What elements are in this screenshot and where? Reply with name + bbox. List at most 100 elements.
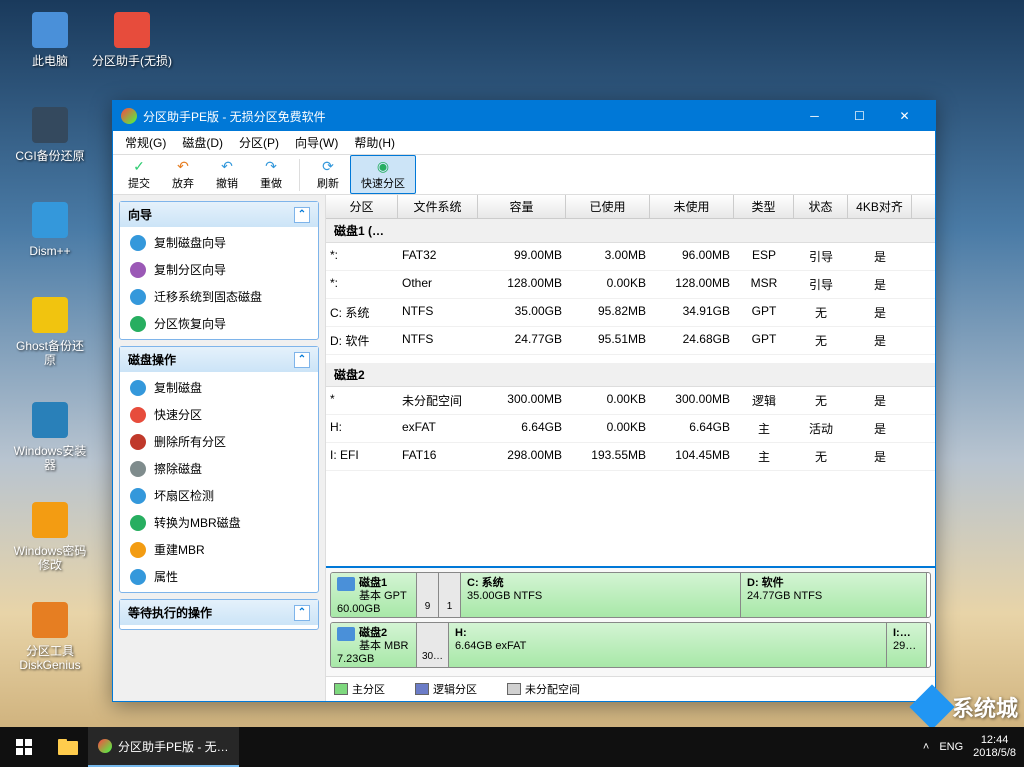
partition-block[interactable]: 30… [417,623,449,667]
clock-time: 12:44 [973,734,1016,747]
desktop-icon-label: 分区助手(无损) [92,54,172,68]
disk-size: 7.23GB [337,653,374,665]
close-button[interactable]: ✕ [882,101,927,131]
desktop-icon[interactable]: 分区工具DiskGenius [10,600,90,673]
toolbar-button[interactable]: ⟳刷新 [306,155,350,194]
toolbar-icon: ↶ [219,158,235,174]
desktop-icon[interactable]: 分区助手(无损) [92,10,172,68]
partition-block[interactable]: I:…29… [887,623,927,667]
toolbar-label: 快速分区 [361,175,405,191]
cell: 无 [794,390,848,411]
column-header[interactable]: 分区 [326,195,398,218]
panel-header[interactable]: 向导 ⌃ [120,202,318,227]
partition-row[interactable]: H:exFAT6.64GB0.00KB6.64GB主活动是 [326,415,935,443]
column-header[interactable]: 已使用 [566,195,650,218]
menu-item[interactable]: 分区(P) [231,132,287,153]
toolbar-button[interactable]: ✓提交 [117,155,161,194]
collapse-icon[interactable]: ⌃ [294,207,310,223]
start-button[interactable] [0,727,48,767]
cell: 34.91GB [650,302,734,323]
partition-row[interactable]: *:Other128.00MB0.00KB128.00MBMSR引导是 [326,271,935,299]
menu-item[interactable]: 常规(G) [117,132,174,153]
partition-row[interactable]: *:FAT3299.00MB3.00MB96.00MBESP引导是 [326,243,935,271]
menu-item[interactable]: 磁盘(D) [174,132,231,153]
tray-chevron-icon[interactable]: ˄ [923,741,929,753]
partition-row[interactable]: C: 系统NTFS35.00GB95.82MB34.91GBGPT无是 [326,299,935,327]
menu-item[interactable]: 帮助(H) [346,132,403,153]
ime-indicator[interactable]: ENG [939,741,963,753]
menubar: 常规(G)磁盘(D)分区(P)向导(W)帮助(H) [113,131,935,155]
partition-row[interactable]: I: EFIFAT16298.00MB193.55MB104.45MB主无是 [326,443,935,471]
menu-item[interactable]: 向导(W) [287,132,346,153]
titlebar[interactable]: 分区助手PE版 - 无损分区免费软件 ─ ☐ ✕ [113,101,935,131]
disk-info: 磁盘1基本 GPT60.00GB [331,573,417,617]
panel-title: 向导 [128,206,152,223]
panel-header[interactable]: 磁盘操作⌃ [120,347,318,372]
desktop-icon[interactable]: Windows密码修改 [10,500,90,573]
column-header[interactable]: 文件系统 [398,195,478,218]
toolbar-button[interactable]: ↶撤销 [205,155,249,194]
partition-block[interactable]: C: 系统35.00GB NTFS [461,573,741,617]
partition-row[interactable]: *未分配空间300.00MB0.00KB300.00MB逻辑无是 [326,387,935,415]
desktop-icon[interactable]: Windows安装器 [10,400,90,473]
partition-block[interactable]: H:6.64GB exFAT [449,623,887,667]
column-header[interactable]: 状态 [794,195,848,218]
folder-icon [58,739,78,755]
panel-item-label: 属性 [154,568,178,585]
panel-item[interactable]: 快速分区 [120,401,318,428]
desktop-icon[interactable]: Dism++ [10,200,90,258]
cell: 193.55MB [566,446,650,467]
collapse-icon[interactable]: ⌃ [294,352,310,368]
panel-item[interactable]: 删除所有分区 [120,428,318,455]
partition-row[interactable]: D: 软件NTFS24.77GB95.51MB24.68GBGPT无是 [326,327,935,355]
column-header[interactable]: 容量 [478,195,566,218]
cell: GPT [734,330,794,351]
legend-swatch [334,683,348,695]
file-explorer-icon[interactable] [48,727,88,767]
toolbar-button[interactable]: ◉快速分区 [350,155,416,194]
partition-block[interactable]: 1 [439,573,461,617]
panel-item[interactable]: 分区恢复向导 [120,310,318,337]
partition-block[interactable]: D: 软件24.77GB NTFS [741,573,927,617]
toolbar-button[interactable]: ↶放弃 [161,155,205,194]
panel-item-icon [130,434,146,450]
panel-item[interactable]: 擦除磁盘 [120,455,318,482]
panel-item[interactable]: 转换为MBR磁盘 [120,509,318,536]
panel-item[interactable]: 坏扇区检测 [120,482,318,509]
cell: 无 [794,330,848,351]
panel-item[interactable]: 复制磁盘 [120,374,318,401]
cell: 95.82MB [566,302,650,323]
disk-bar[interactable]: 磁盘2基本 MBR7.23GB30…H:6.64GB exFATI:…29… [330,622,931,668]
desktop-icon-label: 此电脑 [10,54,90,68]
panel-item[interactable]: 复制分区向导 [120,256,318,283]
disk-group-header[interactable]: 磁盘1 (… [326,219,935,243]
disk-bar[interactable]: 磁盘1基本 GPT60.00GB91C: 系统35.00GB NTFSD: 软件… [330,572,931,618]
panel-item[interactable]: 属性 [120,563,318,590]
panel-item[interactable]: 复制磁盘向导 [120,229,318,256]
taskbar-app[interactable]: 分区助手PE版 - 无… [88,727,239,767]
cell: FAT32 [398,246,478,267]
disk-group-header[interactable]: 磁盘2 [326,363,935,387]
cell: 3.00MB [566,246,650,267]
column-header[interactable]: 类型 [734,195,794,218]
partition-block[interactable]: 9 [417,573,439,617]
panel-header[interactable]: 等待执行的操作⌃ [120,600,318,625]
collapse-icon[interactable]: ⌃ [294,605,310,621]
panel-item[interactable]: 重建MBR [120,536,318,563]
desktop-icon[interactable]: CGI备份还原 [10,105,90,163]
minimize-button[interactable]: ─ [792,101,837,131]
column-header[interactable]: 4KB对齐 [848,195,912,218]
panel-item[interactable]: 迁移系统到固态磁盘 [120,283,318,310]
clock[interactable]: 12:44 2018/5/8 [973,734,1016,760]
disk-size: 60.00GB [337,603,380,615]
cell: 无 [794,302,848,323]
desktop-icon-image [30,600,70,640]
main-area: 分区文件系统容量已使用未使用类型状态4KB对齐 磁盘1 (…*:FAT3299.… [325,195,935,701]
app-icon-small [98,739,112,753]
toolbar-button[interactable]: ↷重做 [249,155,293,194]
desktop-icon[interactable]: Ghost备份还原 [10,295,90,368]
desktop-icon[interactable]: 此电脑 [10,10,90,68]
column-header[interactable]: 未使用 [650,195,734,218]
panel-item-icon [130,488,146,504]
maximize-button[interactable]: ☐ [837,101,882,131]
